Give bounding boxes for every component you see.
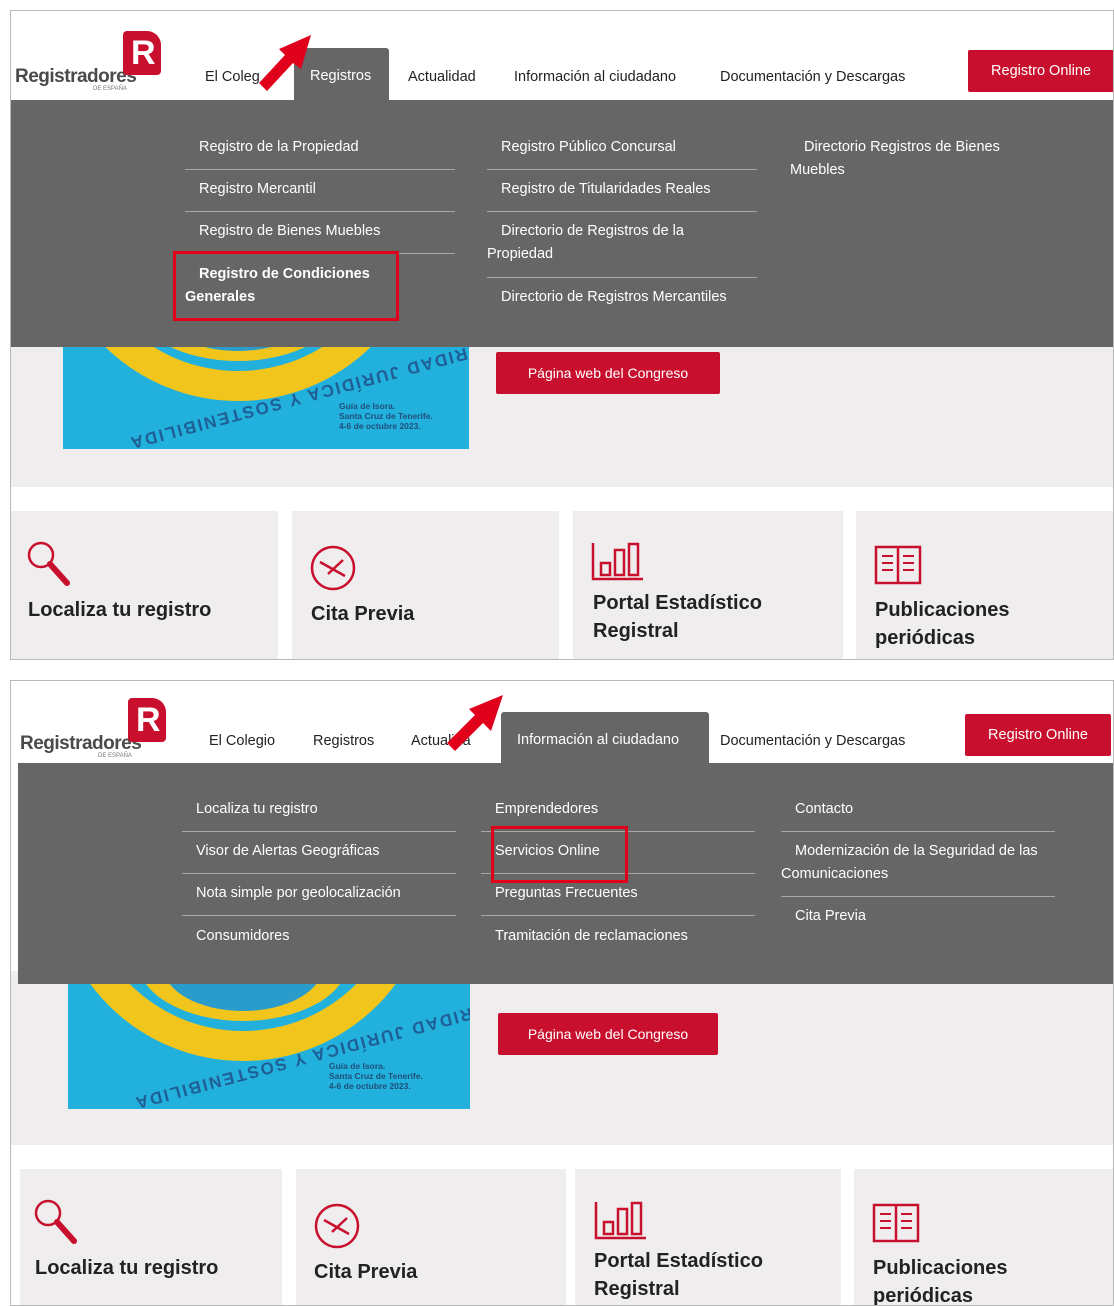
card-localiza-title: Localiza tu registro	[28, 599, 212, 621]
congress-poster[interactable]: URIDAD JURÍDICA Y SOSTENIBILIDA Guía de …	[68, 971, 470, 1109]
book-icon	[872, 1203, 920, 1243]
nav-informacion[interactable]: Información al ciudadano	[514, 69, 676, 85]
congreso-button[interactable]: Página web del Congreso	[496, 352, 720, 394]
menu-modernizacion-seguridad[interactable]: Modernización de la Seguridad de las Com…	[781, 840, 1051, 886]
logo-wordmark: Registradores	[15, 66, 137, 87]
clock-icon	[310, 545, 356, 591]
menu-directorio-bienes-muebles[interactable]: Directorio Registros de Bienes Muebles	[790, 136, 1040, 182]
menu-registro-mercantil[interactable]: Registro Mercantil	[199, 178, 316, 201]
card-portal-title: Portal Estadístico Registral	[593, 592, 762, 642]
card-localiza[interactable]: Localiza tu registro	[20, 1169, 282, 1305]
card-publicaciones-title: Publicaciones periódicas	[875, 599, 1010, 649]
arrow-icon	[447, 695, 503, 751]
card-cita-title: Cita Previa	[314, 1261, 418, 1283]
nav-registros[interactable]: Registros	[313, 733, 374, 749]
card-cita-title: Cita Previa	[311, 603, 415, 625]
logo-mark-letter: R	[136, 701, 161, 739]
logo-subtitle: DE ESPAÑA	[98, 753, 132, 759]
menu-registro-titularidades[interactable]: Registro de Titularidades Reales	[501, 178, 711, 201]
menu-emprendedores[interactable]: Emprendedores	[495, 798, 598, 821]
card-publicaciones-title: Publicaciones periódicas	[873, 1257, 1008, 1306]
magnifier-icon	[27, 541, 70, 586]
menu-cita-previa[interactable]: Cita Previa	[795, 905, 866, 928]
nav-documentacion[interactable]: Documentación y Descargas	[720, 69, 905, 85]
logo-wordmark: Registradores	[20, 733, 142, 754]
nav-documentacion[interactable]: Documentación y Descargas	[720, 733, 905, 749]
magnifier-icon	[34, 1199, 77, 1244]
card-portal[interactable]: Portal Estadístico Registral	[573, 511, 843, 659]
nav-el-colegio[interactable]: El Colegio	[209, 733, 275, 749]
menu-registro-propiedad[interactable]: Registro de la Propiedad	[199, 136, 359, 159]
nav-informacion[interactable]: Información al ciudadano	[501, 712, 709, 763]
poster-info: Guía de Isora. Santa Cruz de Tenerife. 4…	[339, 401, 433, 431]
bar-chart-icon	[591, 542, 643, 581]
card-cita[interactable]: Cita Previa	[292, 511, 559, 659]
bar-chart-icon	[594, 1201, 646, 1240]
highlight-box	[173, 251, 399, 321]
logo-mark: R	[128, 698, 166, 742]
screenshot-registros-menu: Registradores DE ESPAÑA R El Coleg Regis…	[10, 10, 1114, 660]
arrow-icon	[259, 35, 311, 91]
hero-banner: URIDAD JURÍDICA Y SOSTENIBILIDA Guía de …	[11, 971, 1113, 1145]
clock-icon	[314, 1203, 360, 1249]
menu-consumidores[interactable]: Consumidores	[196, 925, 290, 948]
menu-tramitacion-reclamaciones[interactable]: Tramitación de reclamaciones	[495, 925, 688, 948]
menu-registro-bienes-muebles[interactable]: Registro de Bienes Muebles	[199, 220, 380, 243]
card-localiza-title: Localiza tu registro	[35, 1257, 219, 1279]
menu-contacto[interactable]: Contacto	[795, 798, 853, 821]
card-cita[interactable]: Cita Previa	[296, 1169, 566, 1305]
registro-online-button[interactable]: Registro Online	[968, 50, 1113, 92]
menu-directorio-propiedad[interactable]: Directorio de Registros de la Propiedad	[487, 220, 717, 266]
menu-nota-simple[interactable]: Nota simple por geolocalización	[196, 882, 401, 905]
menu-localiza-registro[interactable]: Localiza tu registro	[196, 798, 318, 821]
book-icon	[874, 545, 922, 585]
menu-registro-concursal[interactable]: Registro Público Concursal	[501, 136, 676, 159]
card-localiza[interactable]: Localiza tu registro	[11, 511, 278, 659]
registro-online-button[interactable]: Registro Online	[965, 714, 1111, 756]
card-portal-title: Portal Estadístico Registral	[594, 1250, 763, 1300]
card-publicaciones[interactable]: Publicaciones periódicas	[854, 1169, 1113, 1306]
card-publicaciones[interactable]: Publicaciones periódicas	[856, 511, 1113, 659]
menu-preguntas-frecuentes[interactable]: Preguntas Frecuentes	[495, 882, 638, 905]
menu-visor-alertas[interactable]: Visor de Alertas Geográficas	[196, 840, 380, 863]
registradores-logo[interactable]: Registradores DE ESPAÑA R	[15, 11, 175, 101]
logo-mark: R	[123, 31, 161, 75]
screenshot-informacion-menu: Registradores DE ESPAÑA R El Colegio Reg…	[10, 680, 1114, 1306]
logo-mark-letter: R	[131, 34, 156, 72]
card-portal[interactable]: Portal Estadístico Registral	[575, 1169, 841, 1305]
logo-subtitle: DE ESPAÑA	[93, 86, 127, 92]
congreso-button[interactable]: Página web del Congreso	[498, 1013, 718, 1055]
nav-actualidad[interactable]: Actualidad	[408, 69, 476, 85]
menu-directorio-mercantiles[interactable]: Directorio de Registros Mercantiles	[501, 286, 727, 309]
poster-info: Guía de Isora. Santa Cruz de Tenerife. 4…	[329, 1061, 423, 1091]
nav-el-colegio[interactable]: El Coleg	[205, 69, 260, 85]
highlight-box	[491, 826, 628, 883]
registradores-logo[interactable]: Registradores DE ESPAÑA R	[20, 681, 180, 771]
